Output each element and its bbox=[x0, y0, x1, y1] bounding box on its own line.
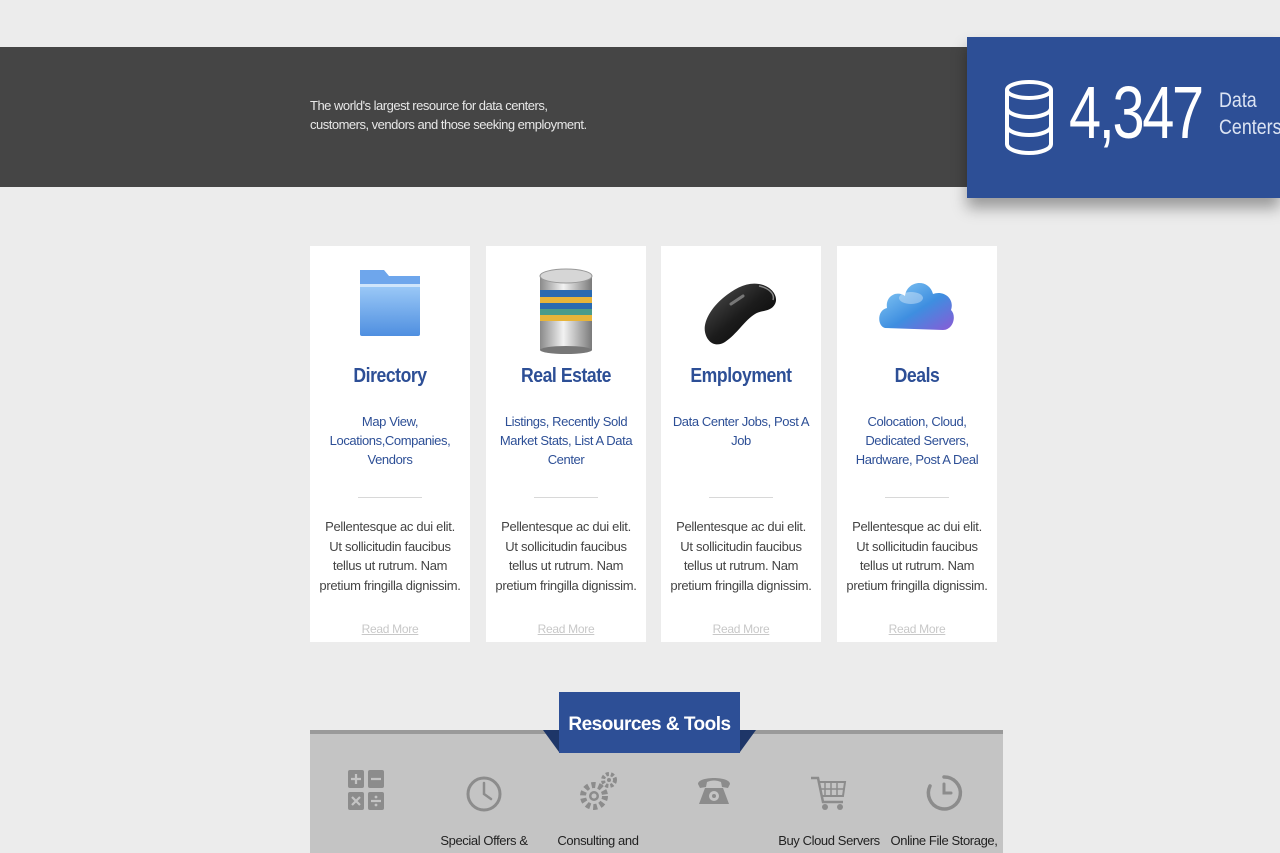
telephone-icon bbox=[698, 778, 730, 804]
tool-special-offers[interactable]: Special Offers & bbox=[424, 766, 544, 848]
data-center-counter: 4,347 Data Centers bbox=[967, 37, 1280, 198]
database-stack-icon bbox=[539, 268, 593, 354]
card-title[interactable]: Directory bbox=[320, 365, 461, 388]
tool-telephone[interactable] bbox=[654, 766, 774, 814]
gears-icon bbox=[580, 772, 617, 810]
read-more-link[interactable]: Read More bbox=[661, 622, 821, 636]
mouse-icon bbox=[704, 283, 777, 345]
card-title[interactable]: Employment bbox=[671, 365, 812, 388]
cart-icon bbox=[811, 776, 847, 810]
tool-consulting[interactable]: Consulting and bbox=[538, 766, 658, 848]
count-unit-line-1: Data bbox=[1219, 89, 1257, 112]
card-divider bbox=[534, 497, 598, 498]
tool-online-file-storage[interactable]: Online File Storage, bbox=[884, 766, 1004, 848]
tool-label[interactable]: Special Offers & bbox=[424, 833, 544, 848]
ribbon-fold-right bbox=[740, 730, 756, 752]
tagline-line-1: The world's largest resource for data ce… bbox=[310, 98, 548, 113]
count-unit-label: Data Centers bbox=[1219, 87, 1280, 141]
card-links[interactable]: Listings, Recently Sold Market Stats, Li… bbox=[488, 412, 644, 469]
clock-icon bbox=[466, 776, 502, 812]
count-unit-line-2: Centers bbox=[1219, 116, 1280, 139]
database-icon bbox=[1005, 80, 1053, 155]
tool-buy-cloud-servers[interactable]: Buy Cloud Servers bbox=[769, 766, 889, 848]
cloud-icon bbox=[879, 282, 954, 330]
tool-label[interactable]: Buy Cloud Servers bbox=[769, 833, 889, 848]
card-divider bbox=[885, 497, 949, 498]
folder-icon bbox=[360, 270, 420, 336]
tagline-line-2: customers, vendors and those seeking emp… bbox=[310, 117, 587, 132]
card-description: Pellentesque ac dui elit. Ut sollicitudi… bbox=[670, 519, 812, 593]
tool-label[interactable]: Online File Storage, bbox=[884, 833, 1004, 848]
card-description: Pellentesque ac dui elit. Ut sollicitudi… bbox=[495, 519, 637, 593]
card-links[interactable]: Colocation, Cloud, Dedicated Servers, Ha… bbox=[839, 412, 995, 469]
card-links[interactable]: Map View, Locations,Companies, Vendors bbox=[312, 412, 468, 469]
card-title[interactable]: Deals bbox=[847, 365, 988, 388]
timer-icon bbox=[926, 775, 963, 811]
tool-calculator[interactable] bbox=[306, 766, 426, 814]
read-more-link[interactable]: Read More bbox=[486, 622, 646, 636]
ribbon-fold-left bbox=[543, 730, 559, 752]
data-center-count: 4,347 bbox=[1069, 71, 1204, 154]
site-tagline: The world's largest resource for data ce… bbox=[310, 96, 610, 134]
card-description: Pellentesque ac dui elit. Ut sollicitudi… bbox=[846, 519, 988, 593]
calculator-icon bbox=[348, 770, 384, 810]
resources-title: Resources & Tools bbox=[559, 692, 740, 753]
card-divider bbox=[709, 497, 773, 498]
card-title[interactable]: Real Estate bbox=[496, 365, 637, 388]
card-links[interactable]: Data Center Jobs, Post A Job bbox=[663, 412, 819, 450]
read-more-link[interactable]: Read More bbox=[837, 622, 997, 636]
card-divider bbox=[358, 497, 422, 498]
card-deals[interactable]: Deals Colocation, Cloud, Dedicated Serve… bbox=[837, 246, 997, 642]
card-employment[interactable]: Employment Data Center Jobs, Post A Job … bbox=[661, 246, 821, 642]
read-more-link[interactable]: Read More bbox=[310, 622, 470, 636]
card-real-estate[interactable]: Real Estate Listings, Recently Sold Mark… bbox=[486, 246, 646, 642]
card-directory[interactable]: Directory Map View, Locations,Companies,… bbox=[310, 246, 470, 642]
card-description: Pellentesque ac dui elit. Ut sollicitudi… bbox=[319, 519, 461, 593]
tool-label[interactable]: Consulting and bbox=[538, 833, 658, 848]
